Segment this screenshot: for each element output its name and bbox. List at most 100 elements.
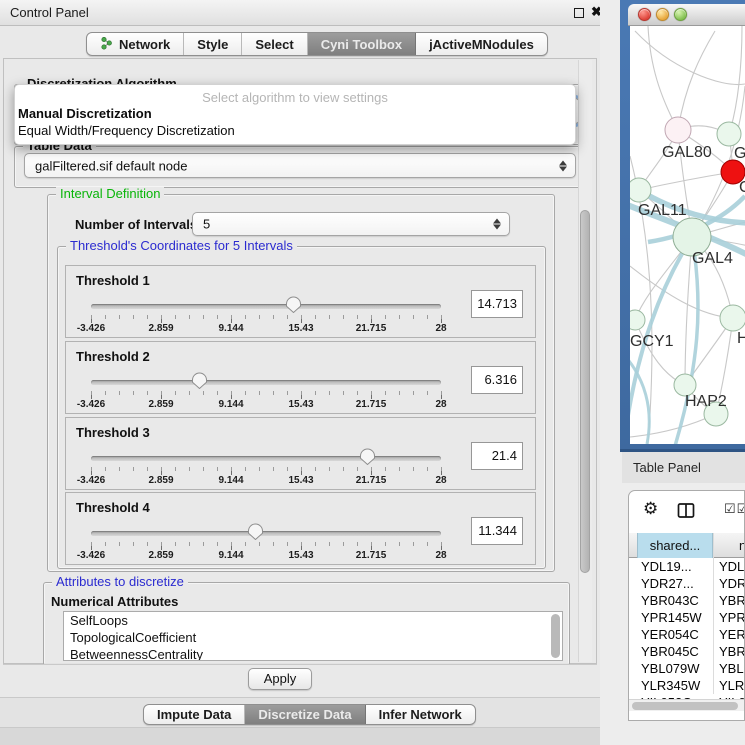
tab-discretize-data[interactable]: Discretize Data bbox=[245, 705, 365, 724]
list-item-selfloops[interactable]: SelfLoops bbox=[64, 612, 562, 629]
threshold-3-slider-track[interactable] bbox=[91, 456, 441, 461]
network-icon bbox=[100, 36, 113, 53]
interval-definition-title: Interval Definition bbox=[56, 187, 164, 201]
table-row[interactable]: YPR145W YPR1 bbox=[629, 609, 744, 626]
network-window-titlebar[interactable] bbox=[628, 4, 745, 26]
slider-minor-ticks bbox=[91, 542, 442, 546]
table-row[interactable]: YLR345W YLR3 bbox=[629, 677, 744, 694]
scale-label: -3.426 bbox=[77, 475, 105, 486]
table-data-combobox[interactable]: galFiltered.sif default node bbox=[24, 153, 576, 178]
node-gal80[interactable] bbox=[665, 117, 691, 143]
threshold-1-value-field[interactable]: 14.713 bbox=[471, 290, 523, 318]
popup-hint: Select algorithm to view settings bbox=[15, 90, 575, 105]
node-label-gal80: GAL80 bbox=[662, 144, 712, 161]
table-row[interactable]: YDL19... YDL1 bbox=[629, 558, 744, 575]
scale-label: 28 bbox=[435, 323, 446, 334]
scale-label: 28 bbox=[435, 475, 446, 486]
close-traffic-light[interactable] bbox=[638, 8, 651, 21]
threshold-1-slider-track[interactable] bbox=[91, 304, 441, 309]
combo-stepper-icon[interactable] bbox=[559, 160, 567, 171]
scale-label: 9.144 bbox=[218, 475, 243, 486]
threshold-2-slider-thumb[interactable] bbox=[191, 372, 208, 389]
threshold-3-slider-thumb[interactable] bbox=[359, 448, 376, 465]
algorithm-dropdown-popup: Select algorithm to view settings Manual… bbox=[14, 84, 576, 145]
network-graph: GAL80 GA C GAL11 GAL4 GCY1 H HAP2 bbox=[630, 26, 745, 444]
zoom-traffic-light[interactable] bbox=[674, 8, 687, 21]
node-label-c: C bbox=[739, 179, 745, 196]
app-window: Control Panel ✖ Network Style Select bbox=[0, 0, 745, 745]
scale-label: 2.859 bbox=[148, 550, 173, 561]
table-row[interactable]: YBR043C YBR0 bbox=[629, 592, 744, 609]
scale-label: 21.715 bbox=[356, 550, 387, 561]
table-panel-header: Table Panel bbox=[622, 452, 745, 483]
table-row[interactable]: YDR27... YDR2 bbox=[629, 575, 744, 592]
table-row[interactable]: YBL079W YBL0 bbox=[629, 660, 744, 677]
tab-impute-data[interactable]: Impute Data bbox=[144, 705, 245, 724]
slider-minor-ticks bbox=[91, 391, 442, 395]
tab-style[interactable]: Style bbox=[184, 33, 242, 55]
network-view-window[interactable]: GAL80 GA C GAL11 GAL4 GCY1 H HAP2 bbox=[620, 0, 745, 452]
gear-icon[interactable]: ⚙ bbox=[643, 499, 658, 519]
content-scrollbar-thumb[interactable] bbox=[580, 210, 590, 573]
list-scrollbar[interactable] bbox=[551, 614, 560, 658]
tab-cyni-toolbox[interactable]: Cyni Toolbox bbox=[308, 33, 416, 55]
attributes-group: Attributes to discretize Numerical Attri… bbox=[43, 582, 570, 664]
cyni-mode-tabbar: Impute Data Discretize Data Infer Networ… bbox=[143, 704, 476, 725]
popup-option-manual-discretization[interactable]: Manual Discretization bbox=[18, 106, 152, 121]
column-header-shared-name[interactable]: shared... bbox=[637, 533, 713, 558]
scale-label: 28 bbox=[435, 550, 446, 561]
slider-minor-ticks bbox=[91, 315, 442, 319]
table-row[interactable]: YER054C YER0 bbox=[629, 626, 744, 643]
horizontal-scrollbar-track[interactable] bbox=[629, 699, 744, 711]
popup-option-equal-width-frequency[interactable]: Equal Width/Frequency Discretization bbox=[18, 123, 235, 138]
threshold-4-panel: Threshold 4 -3.426 2.859 9.144 15.43 21.… bbox=[65, 492, 536, 565]
list-item-topologicalcoefficient[interactable]: TopologicalCoefficient bbox=[64, 629, 562, 646]
scale-label: -3.426 bbox=[77, 550, 105, 561]
node-ga[interactable] bbox=[717, 122, 741, 146]
apply-button[interactable]: Apply bbox=[248, 668, 312, 690]
scale-label: 21.715 bbox=[356, 399, 387, 410]
node-label-gcy1: GCY1 bbox=[630, 333, 674, 350]
threshold-4-slider-track[interactable] bbox=[91, 531, 441, 536]
columns-icon[interactable] bbox=[677, 502, 695, 519]
table-row[interactable]: YBR045C YBR0 bbox=[629, 643, 744, 660]
node-h[interactable] bbox=[720, 305, 745, 331]
threshold-1-panel: Threshold 1 -3.426 2.859 9.144 15.43 21.… bbox=[65, 265, 536, 338]
node-gcy1[interactable] bbox=[630, 310, 645, 330]
scale-label: 2.859 bbox=[148, 475, 173, 486]
table-header-row: shared... n bbox=[629, 533, 744, 558]
float-window-icon[interactable] bbox=[574, 8, 584, 18]
threshold-3-value-field[interactable]: 21.4 bbox=[471, 442, 523, 470]
network-canvas[interactable]: GAL80 GA C GAL11 GAL4 GCY1 H HAP2 bbox=[630, 26, 745, 444]
scale-label: 2.859 bbox=[148, 399, 173, 410]
threshold-4-slider-thumb[interactable] bbox=[247, 523, 264, 540]
numerical-attributes-list: SelfLoops TopologicalCoefficient Between… bbox=[63, 611, 563, 661]
threshold-2-value-field[interactable]: 6.316 bbox=[471, 366, 523, 394]
tab-network[interactable]: Network bbox=[87, 33, 184, 55]
tab-infer-network[interactable]: Infer Network bbox=[366, 705, 475, 724]
number-of-intervals-combobox[interactable]: 5 bbox=[192, 212, 510, 236]
table-panel: ⚙ ☑☑ shared... n YDL19... YDL1 YDR27... … bbox=[628, 490, 745, 721]
column-header-name[interactable]: n bbox=[739, 533, 745, 558]
node-label-gal4: GAL4 bbox=[692, 250, 733, 267]
select-columns-checkbox-icons[interactable]: ☑☑ bbox=[724, 501, 745, 517]
horizontal-scrollbar-thumb[interactable] bbox=[632, 702, 738, 710]
number-of-intervals-label: Number of Intervals bbox=[75, 217, 197, 232]
node-gal11[interactable] bbox=[630, 178, 651, 202]
minimize-traffic-light[interactable] bbox=[656, 8, 669, 21]
slider-minor-ticks bbox=[91, 467, 442, 471]
list-item-betweennesscentrality[interactable]: BetweennessCentrality bbox=[64, 646, 562, 661]
threshold-4-value-field[interactable]: 11.344 bbox=[471, 517, 523, 545]
combo-stepper-icon[interactable] bbox=[493, 219, 501, 230]
node-label-hap2: HAP2 bbox=[685, 393, 727, 410]
threshold-2-slider-track[interactable] bbox=[91, 380, 441, 385]
scale-label: 9.144 bbox=[218, 550, 243, 561]
scale-label: 9.144 bbox=[218, 323, 243, 334]
tab-select[interactable]: Select bbox=[242, 33, 307, 55]
tab-jactivemnodules[interactable]: jActiveMNodules bbox=[416, 33, 547, 55]
scale-label: 15.43 bbox=[288, 550, 313, 561]
table-body: YDL19... YDL1 YDR27... YDR2 YBR043C YBR0… bbox=[629, 558, 744, 694]
node-label-h: H bbox=[737, 330, 745, 347]
threshold-3-panel: Threshold 3 -3.426 2.859 9.144 15.43 21.… bbox=[65, 417, 536, 490]
threshold-1-slider-thumb[interactable] bbox=[285, 296, 302, 313]
